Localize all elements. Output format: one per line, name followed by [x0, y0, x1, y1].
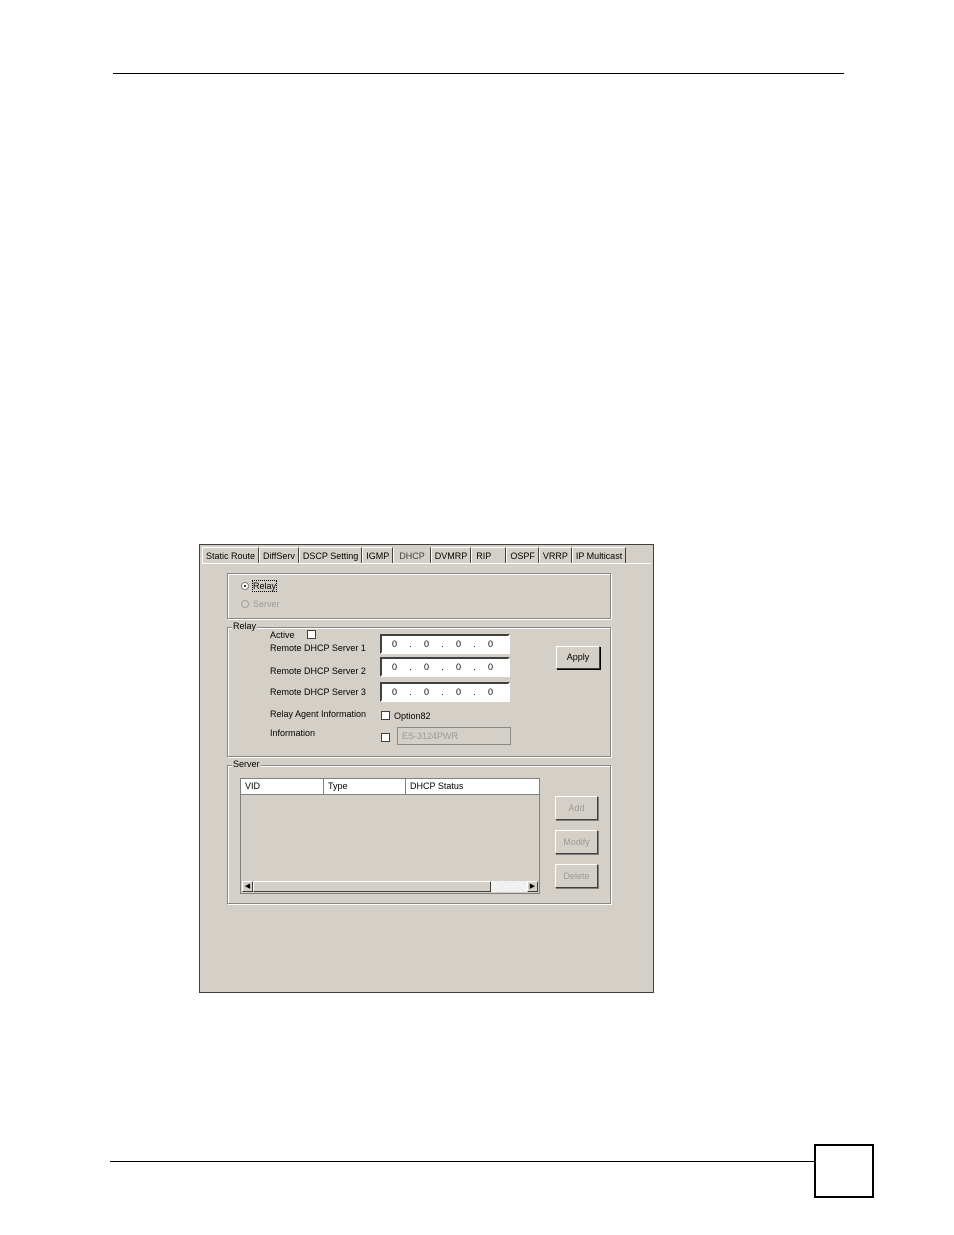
tab-vrrp[interactable]: VRRP [538, 547, 572, 563]
ip-octet: 0 [487, 639, 493, 649]
scroll-right-icon[interactable]: ▶ [527, 881, 538, 892]
option82-checkbox[interactable] [381, 711, 390, 720]
horizontal-scrollbar[interactable]: ◀ ▶ [242, 880, 538, 892]
apply-button[interactable]: Apply [556, 646, 600, 669]
tab-dhcp[interactable]: DHCP [393, 547, 431, 563]
ip-dot: . [441, 662, 444, 672]
mode-group [227, 573, 611, 619]
relay-radio-row[interactable]: Relay [241, 580, 278, 592]
scroll-track[interactable] [491, 881, 527, 892]
relay-radio-label: Relay [251, 580, 278, 592]
server-radio[interactable] [241, 600, 249, 608]
server-radio-row[interactable]: Server [241, 599, 280, 609]
header-rule [113, 73, 844, 74]
ip-dot: . [441, 687, 444, 697]
ip-octet: 0 [423, 662, 429, 672]
tab-ospf[interactable]: OSPF [506, 547, 539, 563]
ip-dot: . [409, 639, 412, 649]
ip-octet: 0 [391, 662, 397, 672]
tab-static-route[interactable]: Static Route [202, 547, 260, 563]
ip-octet: 0 [391, 639, 397, 649]
ip-dot: . [473, 687, 476, 697]
tab-diffserv[interactable]: DiffServ [259, 547, 299, 563]
column-header-type[interactable]: Type [324, 779, 406, 794]
remote-server-1-ip[interactable]: 0. 0. 0. 0 [380, 634, 510, 654]
column-header-vid[interactable]: VID [241, 779, 324, 794]
ip-octet: 0 [423, 687, 429, 697]
ip-dot: . [473, 639, 476, 649]
ip-octet: 0 [455, 662, 461, 672]
delete-button[interactable]: Delete [555, 864, 598, 888]
active-checkbox[interactable] [307, 630, 316, 639]
relay-agent-info-label: Relay Agent Information [270, 709, 367, 719]
tab-rip[interactable]: RIP [471, 547, 507, 563]
scroll-left-icon[interactable]: ◀ [242, 881, 253, 892]
ip-octet: 0 [487, 662, 493, 672]
ip-dot: . [441, 639, 444, 649]
footer-rule [110, 1161, 814, 1162]
ip-dot: . [409, 687, 412, 697]
tab-dvmrp[interactable]: DVMRP [430, 547, 472, 563]
ip-dot: . [409, 662, 412, 672]
information-input[interactable]: ES-3124PWR [397, 727, 511, 745]
server-group-label: Server [232, 759, 261, 769]
tab-igmp[interactable]: IGMP [362, 547, 394, 563]
ip-dot: . [473, 662, 476, 672]
ip-octet: 0 [487, 687, 493, 697]
information-label: Information [270, 728, 316, 738]
scroll-thumb[interactable] [253, 881, 491, 892]
remote-server-2-ip[interactable]: 0. 0. 0. 0 [380, 657, 510, 677]
relay-group-label: Relay [232, 621, 258, 631]
remote-server-3-ip[interactable]: 0. 0. 0. 0 [380, 682, 510, 702]
server-radio-label: Server [253, 599, 280, 609]
ip-octet: 0 [423, 639, 429, 649]
add-button[interactable]: Add [555, 796, 598, 820]
relay-radio[interactable] [241, 582, 249, 590]
remote-server-2-label: Remote DHCP Server 2 [270, 666, 366, 676]
dhcp-server-table: VID Type DHCP Status ◀ ▶ [240, 778, 540, 894]
tab-dscp-setting[interactable]: DSCP Setting [298, 547, 363, 563]
option82-label: Option82 [394, 711, 431, 721]
ip-octet: 0 [455, 687, 461, 697]
ip-octet: 0 [455, 639, 461, 649]
page-number-box [814, 1144, 874, 1198]
tab-bar: Static Route DiffServ DSCP Setting IGMP … [202, 547, 627, 563]
ip-octet: 0 [391, 687, 397, 697]
modify-button[interactable]: Modify [555, 830, 598, 854]
active-label: Active [270, 630, 295, 640]
remote-server-3-label: Remote DHCP Server 3 [270, 687, 366, 697]
column-header-dhcp-status[interactable]: DHCP Status [406, 779, 539, 794]
remote-server-1-label: Remote DHCP Server 1 [270, 643, 366, 653]
tab-ip-multicast[interactable]: IP Multicast [571, 547, 627, 563]
table-header: VID Type DHCP Status [241, 779, 539, 795]
information-checkbox[interactable] [381, 733, 390, 742]
